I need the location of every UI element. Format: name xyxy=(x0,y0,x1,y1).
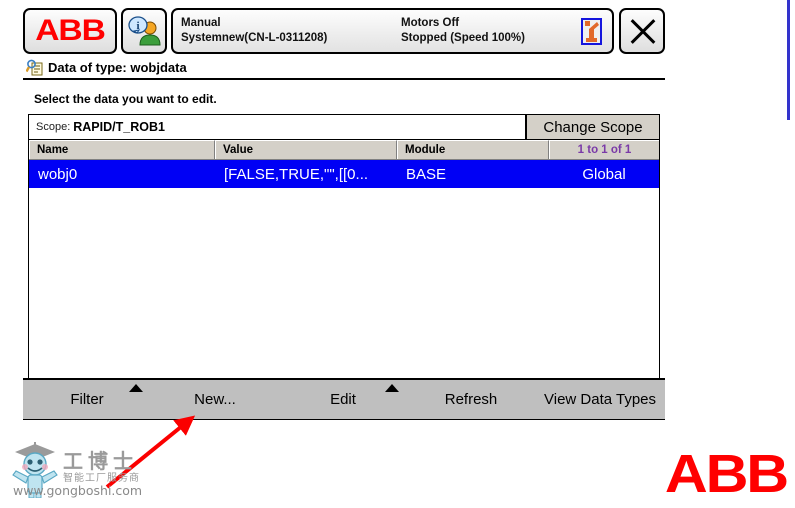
edit-button[interactable]: Edit xyxy=(279,380,407,419)
filter-submenu-caret-icon xyxy=(129,384,143,392)
table-row[interactable]: wobj0 [FALSE,TRUE,"",[[0... BASE Global xyxy=(29,160,659,188)
bottom-toolbar: Filter New... Edit Refresh View Data Typ… xyxy=(23,378,665,420)
status-operating-mode: Manual xyxy=(181,17,221,29)
robot-arm-icon[interactable] xyxy=(581,18,602,45)
watermark: 工博士 智能工厂服务商 www.gongboshi.com xyxy=(3,436,203,504)
filter-button[interactable]: Filter xyxy=(23,380,151,419)
cell-scope: Global xyxy=(582,165,626,183)
new-label: New... xyxy=(194,391,236,408)
status-system-name: Systemnew(CN-L-0311208) xyxy=(181,32,328,44)
watermark-url: www.gongboshi.com xyxy=(13,483,143,498)
status-state-column: Motors Off Stopped (Speed 100%) xyxy=(401,16,525,46)
close-x-icon xyxy=(627,16,657,46)
header-bar: ABB i Manual Systemnew(CN-L-0311208) Mot… xyxy=(23,8,665,56)
status-panel: Manual Systemnew(CN-L-0311208) Motors Of… xyxy=(171,8,614,54)
refresh-label: Refresh xyxy=(444,391,498,408)
row-range-indicator: 1 to 1 of 1 xyxy=(549,140,659,159)
watermark-tagline: 智能工厂服务商 xyxy=(63,473,140,484)
data-lookup-icon xyxy=(26,59,43,75)
scope-row: Scope: RAPID/T_ROB1 Change Scope xyxy=(28,114,660,140)
scope-value: RAPID/T_ROB1 xyxy=(73,120,165,134)
cell-value: [FALSE,TRUE,"",[[0... xyxy=(224,165,369,183)
status-mode-column: Manual Systemnew(CN-L-0311208) xyxy=(181,16,327,46)
column-header-value[interactable]: Value xyxy=(215,140,397,159)
data-table: Name Value Module 1 to 1 of 1 wobj0 [FAL… xyxy=(28,140,660,388)
abb-wordmark: ABB xyxy=(664,444,789,504)
column-header-module[interactable]: Module xyxy=(397,140,549,159)
status-motors: Motors Off xyxy=(401,17,460,29)
view-data-types-button[interactable]: View Data Types xyxy=(535,380,665,419)
column-header-name[interactable]: Name xyxy=(29,140,215,159)
cell-name: wobj0 xyxy=(38,165,78,183)
edit-submenu-caret-icon xyxy=(385,384,399,392)
window-title-row: Data of type: wobjdata xyxy=(23,56,665,80)
new-button[interactable]: New... xyxy=(151,380,279,419)
table-header-row: Name Value Module 1 to 1 of 1 xyxy=(29,140,659,160)
view-data-types-label: View Data Types xyxy=(544,391,657,408)
scope-label: Scope: xyxy=(36,121,71,133)
abb-logo-button[interactable]: ABB xyxy=(23,8,117,54)
status-execution: Stopped (Speed 100%) xyxy=(401,32,525,44)
svg-text:i: i xyxy=(136,20,139,32)
refresh-button[interactable]: Refresh xyxy=(407,380,535,419)
right-edge-blue-rule xyxy=(787,0,790,120)
change-scope-button[interactable]: Change Scope xyxy=(526,114,660,140)
robot-arm-glyph xyxy=(585,21,599,42)
abb-logo-text: ABB xyxy=(35,14,106,47)
window-title-text: Data of type: wobjdata xyxy=(48,59,187,75)
close-window-button[interactable] xyxy=(619,8,665,54)
filter-label: Filter xyxy=(70,391,104,408)
operator-info-icon: i xyxy=(128,16,161,46)
content-area: Select the data you want to edit. Scope:… xyxy=(23,80,665,420)
flexpendant-window: ABB i Manual Systemnew(CN-L-0311208) Mot… xyxy=(23,8,665,444)
operator-info-button[interactable]: i xyxy=(121,8,167,54)
edit-label: Edit xyxy=(330,391,356,408)
scope-field: Scope: RAPID/T_ROB1 xyxy=(28,114,526,140)
cell-module: BASE xyxy=(406,165,447,183)
instruction-text: Select the data you want to edit. xyxy=(34,92,217,106)
